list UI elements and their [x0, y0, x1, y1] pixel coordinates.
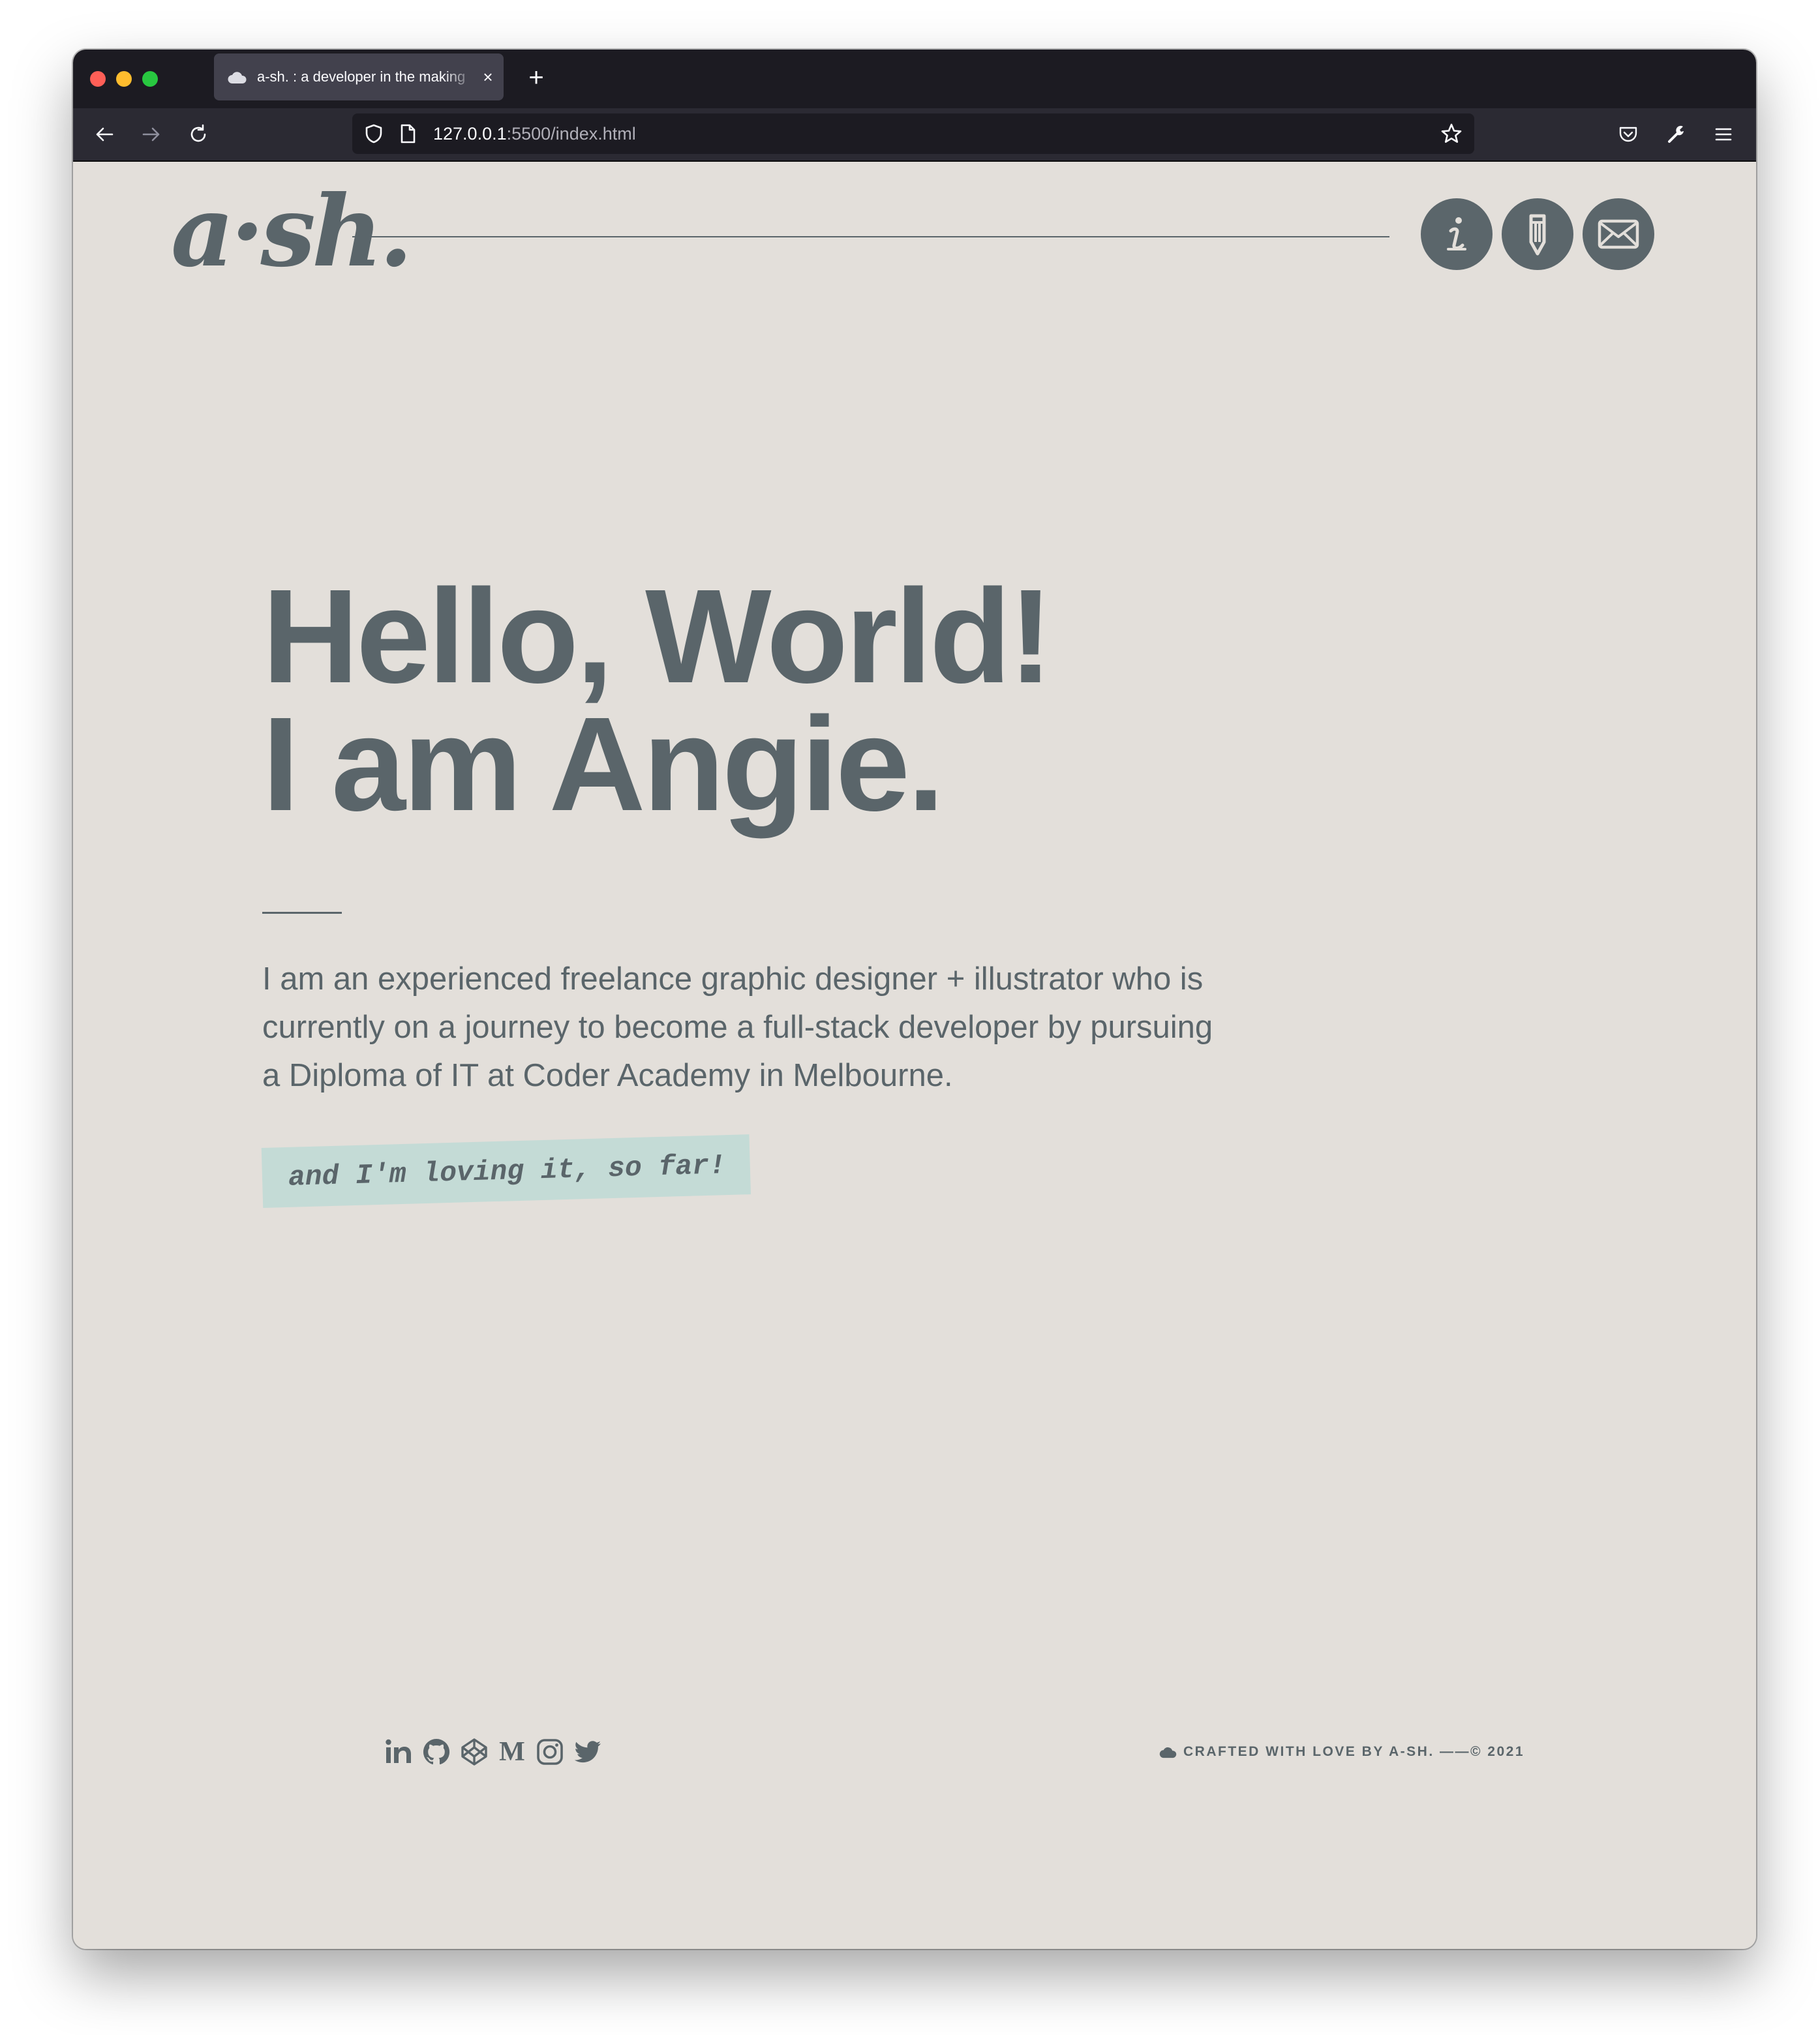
- svg-text:M: M: [499, 1737, 525, 1767]
- maximize-window-button[interactable]: [142, 71, 158, 87]
- reload-button[interactable]: [184, 120, 213, 149]
- site-logo[interactable]: a·sh.: [171, 176, 413, 287]
- url-text: 127.0.0.1:5500/index.html: [433, 124, 636, 144]
- projects-button[interactable]: [1502, 198, 1573, 270]
- social-links: M: [380, 1732, 607, 1771]
- wrench-icon: [1668, 125, 1684, 143]
- url-path: :5500/index.html: [506, 124, 636, 143]
- about-button[interactable]: [1421, 198, 1493, 270]
- back-button[interactable]: [90, 120, 119, 149]
- new-tab-button[interactable]: +: [522, 60, 551, 95]
- arrow-right-icon: [142, 127, 160, 142]
- menu-icon: [1715, 128, 1732, 141]
- cloud-icon: [227, 66, 249, 88]
- arrow-left-icon: [96, 127, 114, 142]
- close-window-button[interactable]: [90, 71, 106, 87]
- star-icon[interactable]: [1439, 121, 1464, 146]
- reload-icon: [190, 124, 206, 142]
- url-host: 127.0.0.1: [433, 124, 507, 143]
- github-icon[interactable]: [417, 1733, 455, 1771]
- twitter-icon[interactable]: [569, 1733, 607, 1771]
- info-icon: [1447, 217, 1466, 250]
- tagline-text: and I'm loving it, so far!: [288, 1149, 727, 1194]
- tab-bar: a-sh. : a developer in the making × +: [73, 50, 1756, 108]
- envelope-icon: [1598, 219, 1639, 249]
- minimize-window-button[interactable]: [116, 71, 132, 87]
- footer-credit-text: CRAFTED WITH LOVE BY A-SH. ——© 2021: [1183, 1744, 1525, 1759]
- hero-divider: [262, 912, 342, 914]
- shield-icon[interactable]: [361, 121, 386, 146]
- tab-close-icon[interactable]: ×: [480, 67, 496, 87]
- pocket-icon: [1619, 127, 1637, 142]
- bio-paragraph: I am an experienced freelance graphic de…: [262, 961, 1213, 1093]
- header-divider: [352, 236, 1389, 237]
- menu-button[interactable]: [1709, 120, 1738, 149]
- medium-icon[interactable]: M: [493, 1733, 531, 1771]
- browser-tab[interactable]: a-sh. : a developer in the making ×: [214, 53, 504, 100]
- linkedin-icon[interactable]: [380, 1733, 417, 1771]
- hero-heading: Hello, World! I am Angie.: [262, 562, 1371, 839]
- tab-title: a-sh. : a developer in the making: [257, 68, 466, 85]
- cloud-icon: [1159, 1747, 1177, 1758]
- browser-window: a-sh. : a developer in the making × + 12…: [73, 50, 1756, 1949]
- hero-line-2: I am Angie.: [262, 689, 945, 839]
- footer-credit: CRAFTED WITH LOVE BY A-SH. ——© 2021: [1159, 1744, 1524, 1760]
- instagram-icon[interactable]: [531, 1733, 569, 1771]
- hero-line-1: Hello, World!: [262, 562, 1053, 711]
- page-icon: [395, 121, 420, 146]
- tagline-badge: and I'm loving it, so far!: [261, 1134, 751, 1208]
- forward-button[interactable]: [137, 120, 166, 149]
- url-bar[interactable]: 127.0.0.1:5500/index.html: [352, 113, 1474, 154]
- contact-button[interactable]: [1583, 198, 1654, 270]
- pocket-button[interactable]: [1614, 120, 1643, 149]
- tools-button[interactable]: [1662, 120, 1691, 149]
- web-page: a·sh. Hello, World! I am Angie. I am an …: [73, 162, 1756, 1949]
- navigation-bar: 127.0.0.1:5500/index.html: [73, 108, 1756, 162]
- pencil-icon: [1529, 214, 1546, 256]
- codepen-icon[interactable]: [455, 1733, 493, 1771]
